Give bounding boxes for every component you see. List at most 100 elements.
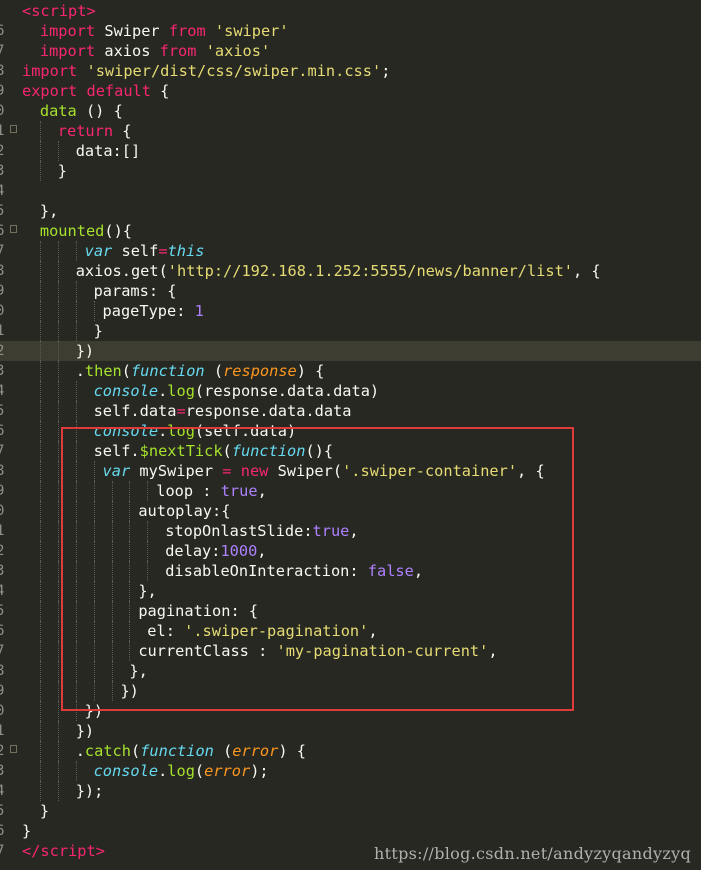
code-line[interactable]: 6 import Swiper from 'swiper' xyxy=(0,21,701,41)
code-text: axios.get('http://192.168.1.252:5555/new… xyxy=(76,261,601,281)
indent-guide xyxy=(39,481,41,501)
code-line[interactable]: 7 import axios from 'axios' xyxy=(0,41,701,61)
code-line[interactable]: 1 return { xyxy=(0,121,701,141)
code-token: ) { xyxy=(296,362,325,380)
code-text: }) xyxy=(76,341,94,361)
line-number: 4 xyxy=(0,583,5,599)
indent-guide xyxy=(39,381,41,401)
code-text: import 'swiper/dist/css/swiper.min.css'; xyxy=(22,61,390,81)
code-token: ( xyxy=(130,742,141,760)
code-token: }) xyxy=(75,722,95,740)
code-token: console xyxy=(93,382,159,400)
indent-guide xyxy=(39,501,41,521)
indent-guide xyxy=(57,301,59,321)
code-token: import xyxy=(39,42,96,60)
code-token: }) xyxy=(75,342,95,360)
code-token: = xyxy=(158,242,168,260)
line-number: 8 xyxy=(0,263,5,279)
code-line[interactable]: 0 data () { xyxy=(0,101,701,121)
code-token: } xyxy=(57,162,68,180)
line-number: 9 xyxy=(0,483,5,499)
code-line[interactable]: 1} xyxy=(0,321,701,341)
code-token: export xyxy=(22,82,78,100)
code-line[interactable]: 0 pageType: 1 xyxy=(0,301,701,321)
code-line[interactable]: 8 import 'swiper/dist/css/swiper.min.css'… xyxy=(0,61,701,81)
line-number: 8 xyxy=(0,463,5,479)
code-token: ( xyxy=(194,762,205,780)
code-line[interactable]: 5} xyxy=(0,801,701,821)
line-number: 7 xyxy=(0,843,5,859)
code-token: } xyxy=(39,802,50,820)
code-token: import xyxy=(39,22,96,40)
code-line[interactable]: 3 console.log(error); xyxy=(0,761,701,781)
code-token: default xyxy=(86,82,151,100)
line-number: 3 xyxy=(0,563,5,579)
indent-guide xyxy=(57,361,59,381)
fold-toggle-icon[interactable] xyxy=(10,225,17,233)
line-number: 9 xyxy=(0,283,5,299)
code-token: ); xyxy=(250,762,269,780)
code-line[interactable]: 3} xyxy=(0,161,701,181)
indent-guide xyxy=(39,661,41,681)
code-line[interactable]: 3 .then(function (response) { xyxy=(0,361,701,381)
code-line[interactable]: 5 self.data=response.data.data xyxy=(0,401,701,421)
code-token: 'swiper' xyxy=(214,22,289,40)
code-text: }, xyxy=(40,201,58,221)
indent-guide xyxy=(57,641,59,661)
code-line[interactable]: 2 .catch(function (error) { xyxy=(0,741,701,761)
line-number: 6 xyxy=(0,623,5,639)
code-token: error xyxy=(232,742,279,760)
indent-guide xyxy=(39,421,41,441)
indent-guide xyxy=(57,601,59,621)
line-number: 7 xyxy=(0,243,5,259)
code-token: . xyxy=(158,762,168,780)
code-line[interactable]: 2}) xyxy=(0,341,701,361)
fold-toggle-icon[interactable] xyxy=(10,745,17,753)
code-line[interactable]: 1}) xyxy=(0,721,701,741)
code-text: params: { xyxy=(94,281,177,301)
code-token: 'axios' xyxy=(205,42,271,60)
code-line[interactable]: 7 var self=this xyxy=(0,241,701,261)
code-token: console xyxy=(93,762,159,780)
code-token: log xyxy=(167,762,195,780)
code-line[interactable]: 2 data:[] xyxy=(0,141,701,161)
code-token: < xyxy=(22,2,32,20)
indent-guide xyxy=(39,461,41,481)
indent-guide xyxy=(57,401,59,421)
code-line[interactable]: 4 console.log(response.data.data) xyxy=(0,381,701,401)
code-token: (){ xyxy=(104,222,132,240)
code-line[interactable]: 9 params: { xyxy=(0,281,701,301)
code-token: , { xyxy=(573,262,601,280)
indent-guide xyxy=(57,681,59,701)
indent-guide xyxy=(39,561,41,581)
code-line[interactable]: 9 export default { xyxy=(0,81,701,101)
line-number: 8 xyxy=(0,663,5,679)
code-text: export default { xyxy=(22,81,169,101)
indent-guide xyxy=(39,601,41,621)
indent-guide xyxy=(39,321,41,341)
code-text: var self=this xyxy=(85,241,205,261)
code-line[interactable]: 8 axios.get('http://192.168.1.252:5555/ne… xyxy=(0,261,701,281)
line-number: 5 xyxy=(0,203,5,219)
code-token: mounted xyxy=(39,222,105,240)
code-text: import axios from 'axios' xyxy=(40,41,270,61)
code-text: mounted(){ xyxy=(40,221,132,241)
line-number: 4 xyxy=(0,383,5,399)
fold-toggle-icon[interactable] xyxy=(10,125,17,133)
line-number: 7 xyxy=(0,643,5,659)
code-line[interactable]: 5}, xyxy=(0,201,701,221)
code-text: </script> xyxy=(22,841,105,861)
code-text: .then(function (response) { xyxy=(76,361,325,381)
code-token: ( xyxy=(213,742,233,760)
code-line[interactable]: 6} xyxy=(0,821,701,841)
indent-guide xyxy=(57,521,59,541)
code-line[interactable]: 6 mounted(){ xyxy=(0,221,701,241)
indent-guide xyxy=(57,741,59,761)
code-line[interactable]: 4}); xyxy=(0,781,701,801)
code-text: } xyxy=(22,821,31,841)
code-line[interactable]: <script> xyxy=(0,1,701,21)
code-line[interactable]: 4 xyxy=(0,181,701,201)
code-text: <script> xyxy=(22,1,96,21)
code-token: { xyxy=(150,82,170,100)
